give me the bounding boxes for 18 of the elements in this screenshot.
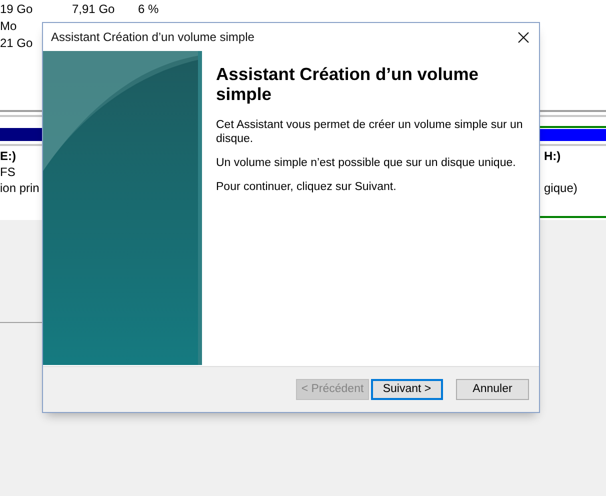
partition-status: ion prin: [0, 180, 40, 196]
table-cell-text: Mo: [0, 18, 18, 34]
partition-label: H:): [544, 148, 562, 164]
wizard-button[interactable]: Annuler: [456, 379, 529, 400]
wizard-heading: Assistant Création d’un volume simple: [216, 64, 480, 104]
table-cell-text: 7,91 Go: [72, 0, 116, 18]
partition-status: gique): [544, 180, 578, 196]
wizard-button[interactable]: Suivant >: [371, 379, 443, 400]
table-cell-text: 6 %: [138, 0, 160, 18]
partition-bar: [0, 128, 45, 141]
partition-label: E:): [0, 148, 17, 164]
description-text: Cet Assistant vous permet de créer un volume simple sur un disque.: [216, 118, 523, 146]
close-icon[interactable]: [518, 32, 529, 42]
description-text: Pour continuer, cliquez sur Suivant.: [216, 180, 398, 194]
table-cell-text: 19 Go: [0, 0, 34, 18]
partition-filesystem: FS: [0, 164, 16, 180]
description-text: Un volume simple n’est possible que sur un disque unique.: [216, 156, 517, 170]
window-title: Assistant Création d’un volume simple: [51, 29, 254, 46]
